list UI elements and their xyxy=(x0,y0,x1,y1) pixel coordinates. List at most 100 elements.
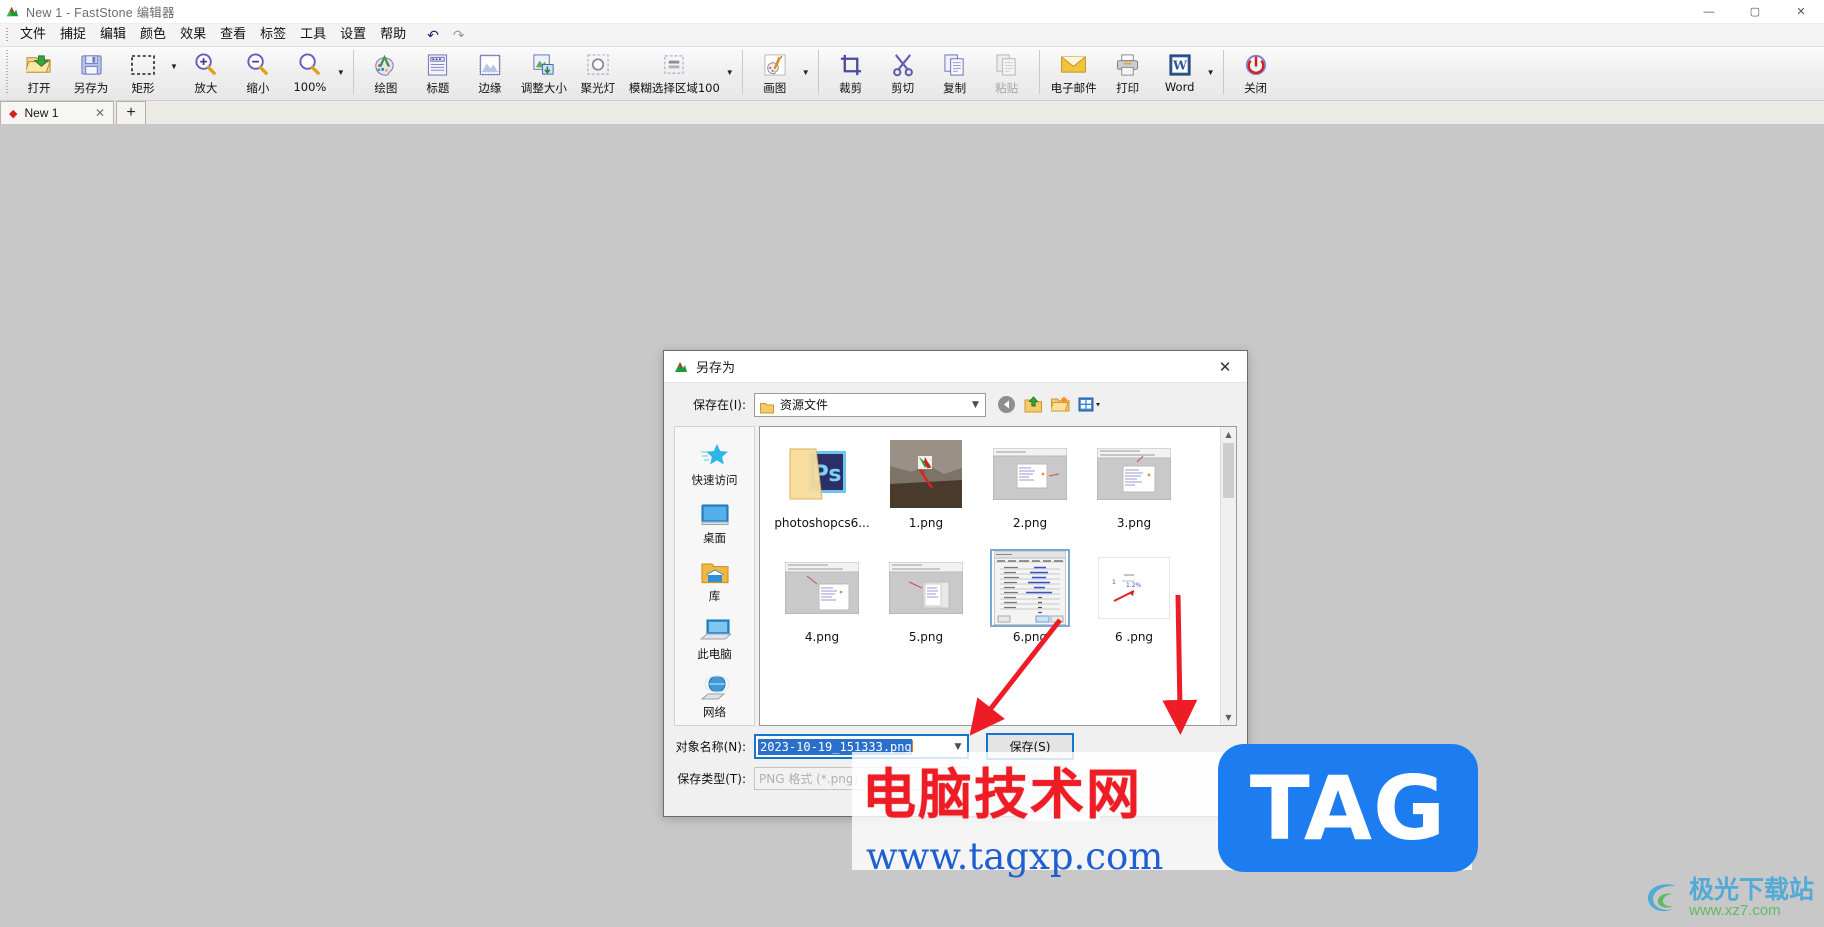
file-item[interactable]: 6.png xyxy=(978,549,1082,661)
file-name: 6.png xyxy=(1012,630,1048,644)
save-floppy-icon xyxy=(79,51,104,78)
file-item[interactable]: 4.png xyxy=(770,551,874,661)
menu-tags[interactable]: 标签 xyxy=(253,25,293,45)
toolbar-label-caption: 标题 xyxy=(426,81,450,95)
toolbar-separator xyxy=(352,50,354,94)
up-folder-icon[interactable] xyxy=(1024,395,1043,414)
toolbar-button-paste[interactable]: 粘贴 xyxy=(981,47,1033,99)
place-desktop[interactable]: 桌面 xyxy=(675,493,754,551)
word-icon: W xyxy=(1168,51,1192,78)
toolbar-button-save-as[interactable]: 另存为 xyxy=(65,47,117,99)
toolbar-button-close[interactable]: 关闭 xyxy=(1230,47,1282,99)
new-tab-button[interactable]: + xyxy=(116,101,146,124)
power-close-icon xyxy=(1244,51,1268,78)
toolbar-separator xyxy=(741,50,743,94)
menu-bar: 文件 捕捉 编辑 颜色 效果 查看 标签 工具 设置 帮助 ↶ ↷ xyxy=(0,24,1824,47)
place-quick-access[interactable]: 快速访问 xyxy=(675,435,754,493)
place-this-pc[interactable]: 此电脑 xyxy=(675,609,754,667)
zoom-out-icon xyxy=(245,51,270,78)
dialog-screenshot-thumbnail xyxy=(990,549,1070,627)
tab-new-1[interactable]: ◆ New 1 ✕ xyxy=(0,101,114,124)
watermark-corner-url: www.xz7.com xyxy=(1688,902,1781,920)
file-item[interactable]: 3.png xyxy=(1082,437,1186,547)
scroll-down-icon[interactable]: ▼ xyxy=(1221,710,1236,725)
dialog-main-area: 快速访问 桌面 库 此电脑 网络 Ps photoshopcs6... 1.pn… xyxy=(674,426,1237,726)
toolbar-label-crop: 裁剪 xyxy=(839,81,863,95)
toolbar-button-cut[interactable]: 剪切 xyxy=(877,47,929,99)
toolbar-button-open[interactable]: 打开 xyxy=(13,47,65,99)
menu-view[interactable]: 查看 xyxy=(213,25,253,45)
file-item[interactable]: 1 1.2% 6 .png xyxy=(1082,551,1186,661)
menu-capture[interactable]: 捕捉 xyxy=(53,25,93,45)
file-item[interactable]: 5.png xyxy=(874,551,978,661)
maximize-button[interactable]: ▢ xyxy=(1732,0,1778,23)
toolbar-button-paint[interactable]: 画图 xyxy=(749,47,801,99)
zoom-in-icon xyxy=(193,51,218,78)
toolbar-grip-handle[interactable] xyxy=(4,47,11,97)
toolbar-button-caption[interactable]: 标题 xyxy=(412,47,464,99)
menu-effects[interactable]: 效果 xyxy=(173,25,213,45)
place-network[interactable]: 网络 xyxy=(675,667,754,725)
blur-region-dropdown-icon[interactable]: ▼ xyxy=(726,68,734,77)
file-list-scrollbar[interactable]: ▲ ▼ xyxy=(1220,427,1236,725)
toolbar-button-word[interactable]: W Word xyxy=(1154,47,1206,99)
toolbar-button-rectangle[interactable]: 矩形 xyxy=(117,47,169,99)
place-library[interactable]: 库 xyxy=(675,551,754,609)
folder-photoshop-thumbnail: Ps xyxy=(784,437,860,511)
paint-dropdown-icon[interactable]: ▼ xyxy=(802,68,810,77)
rectangle-select-icon xyxy=(130,51,156,78)
menu-edit[interactable]: 编辑 xyxy=(93,25,133,45)
undo-icon[interactable]: ↶ xyxy=(427,27,439,44)
views-icon[interactable] xyxy=(1078,395,1100,414)
menu-help[interactable]: 帮助 xyxy=(373,25,413,45)
zoom-dropdown-icon[interactable]: ▼ xyxy=(337,68,345,77)
menu-color[interactable]: 颜色 xyxy=(133,25,173,45)
scroll-up-icon[interactable]: ▲ xyxy=(1221,427,1236,442)
file-item[interactable]: 1.png xyxy=(874,437,978,547)
rectangle-dropdown-icon[interactable]: ▼ xyxy=(170,62,178,71)
minimize-button[interactable]: — xyxy=(1686,0,1732,23)
window-title: New 1 - FastStone 编辑器 xyxy=(26,6,175,20)
new-folder-icon[interactable] xyxy=(1049,395,1070,414)
toolbar-button-copy[interactable]: 复制 xyxy=(929,47,981,99)
file-list-items: Ps photoshopcs6... 1.png 2.png 3.png 4.p… xyxy=(760,427,1236,665)
toolbar-button-print[interactable]: 打印 xyxy=(1102,47,1154,99)
printer-icon xyxy=(1115,51,1140,78)
toolbar-button-edge[interactable]: 边缘 xyxy=(464,47,516,99)
toolbar-button-zoom-actual[interactable]: 100% xyxy=(284,47,336,99)
file-item[interactable]: Ps photoshopcs6... xyxy=(770,437,874,547)
toolbar-button-zoom-in[interactable]: 放大 xyxy=(180,47,232,99)
word-dropdown-icon[interactable]: ▼ xyxy=(1207,68,1215,77)
spotlight-icon xyxy=(586,51,610,78)
file-list[interactable]: Ps photoshopcs6... 1.png 2.png 3.png 4.p… xyxy=(759,426,1237,726)
redo-icon[interactable]: ↷ xyxy=(453,27,465,44)
look-in-combobox[interactable]: 资源文件 ▼ xyxy=(754,392,986,417)
toolbar-label-blur-region: 模糊选择区域100 xyxy=(628,81,720,95)
menu-tools[interactable]: 工具 xyxy=(293,25,333,45)
toolbar-button-email[interactable]: 电子邮件 xyxy=(1046,47,1102,99)
file-name: photoshopcs6... xyxy=(774,516,870,530)
toolbar-button-crop[interactable]: 裁剪 xyxy=(825,47,877,99)
close-button[interactable]: ✕ xyxy=(1778,0,1824,23)
dialog-title-bar: 另存为 ✕ xyxy=(664,351,1247,383)
toolbar-button-spotlight[interactable]: 聚光灯 xyxy=(572,47,624,99)
toolbar-label-print: 打印 xyxy=(1116,81,1140,95)
back-icon[interactable] xyxy=(997,395,1016,414)
toolbar-button-zoom-out[interactable]: 缩小 xyxy=(232,47,284,99)
faststone-icon xyxy=(673,359,689,375)
svg-text:1.2%: 1.2% xyxy=(1126,582,1142,589)
toolbar-label-paste: 粘贴 xyxy=(995,81,1019,95)
place-label: 库 xyxy=(708,589,721,603)
file-item[interactable]: 2.png xyxy=(978,437,1082,547)
menu-settings[interactable]: 设置 xyxy=(333,25,373,45)
menu-file[interactable]: 文件 xyxy=(13,25,53,45)
dialog-close-button[interactable]: ✕ xyxy=(1203,351,1247,382)
menu-grip-handle[interactable] xyxy=(4,27,10,43)
tab-close-icon[interactable]: ✕ xyxy=(95,106,105,120)
toolbar-button-resize[interactable]: 调整大小 xyxy=(516,47,572,99)
chevron-down-icon[interactable]: ▼ xyxy=(966,395,985,415)
toolbar-button-blur-region[interactable]: 模糊选择区域100 xyxy=(624,47,725,99)
toolbar-button-draw[interactable]: 绘图 xyxy=(360,47,412,99)
blur-region-icon xyxy=(662,51,686,78)
scrollbar-thumb[interactable] xyxy=(1223,443,1234,498)
